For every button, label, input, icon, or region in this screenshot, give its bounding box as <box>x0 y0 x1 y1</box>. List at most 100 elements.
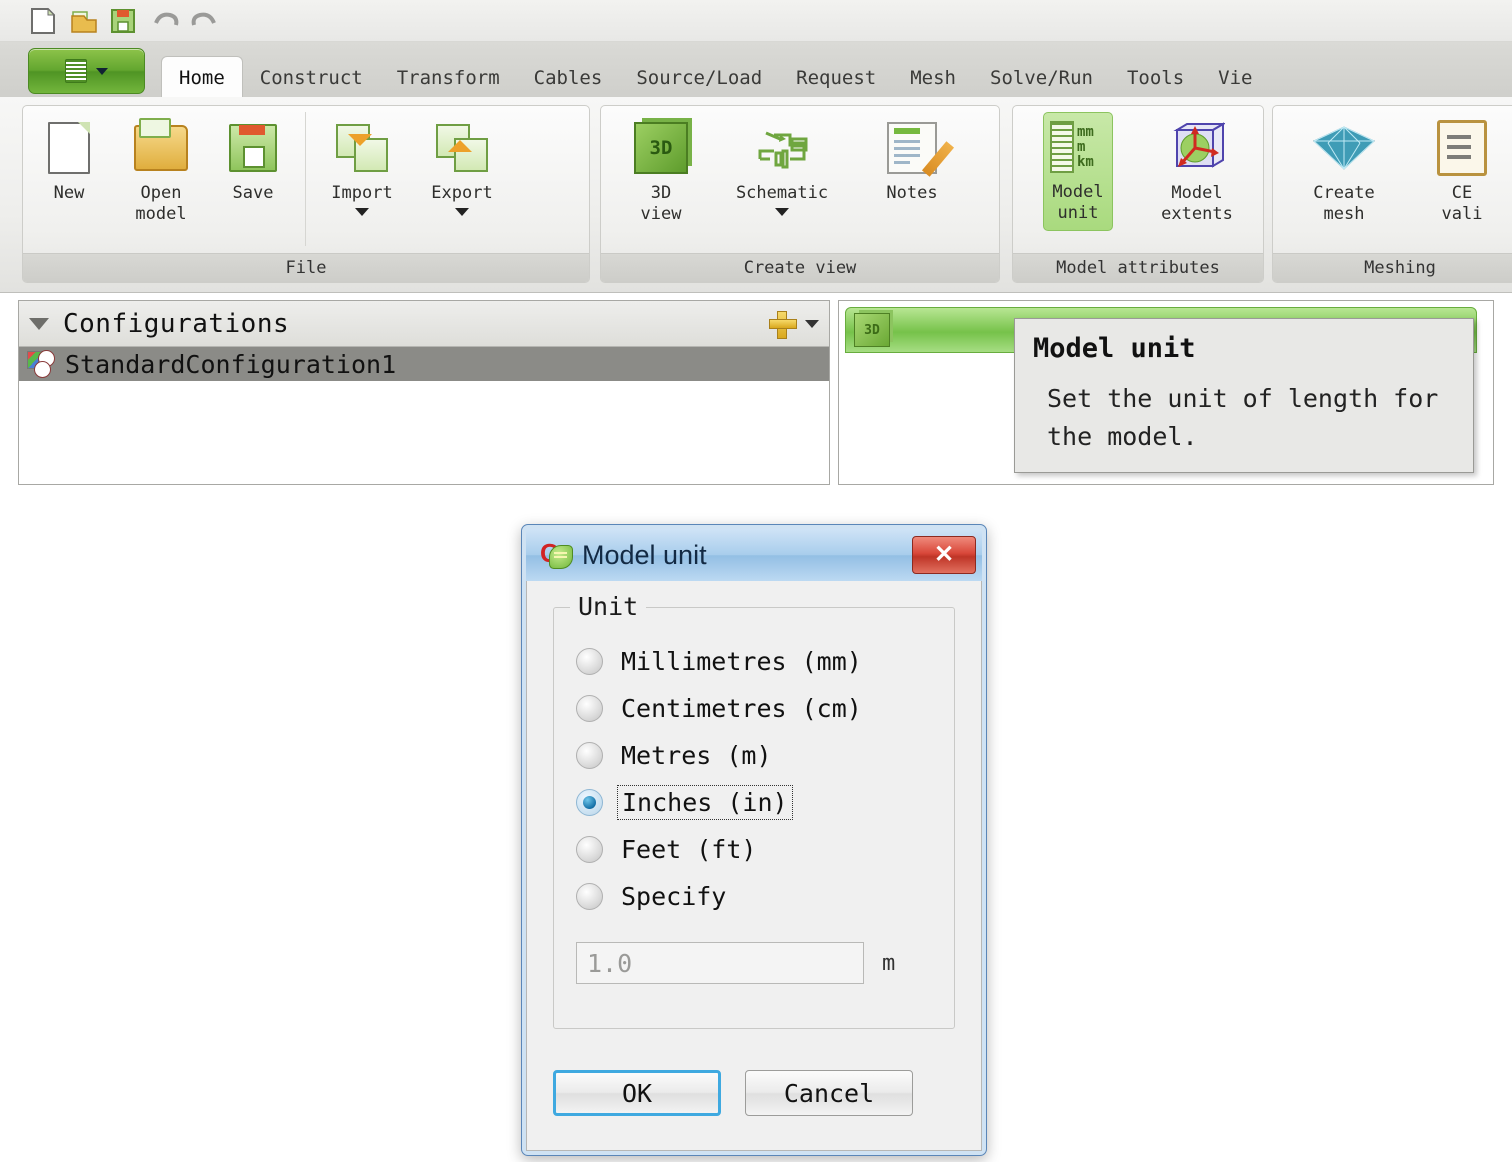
configurations-title: Configurations <box>63 308 290 339</box>
radio-button[interactable] <box>576 648 603 675</box>
tooltip-body: Set the unit of length for the model. <box>1047 384 1439 451</box>
radio-label: Inches (in) <box>617 785 793 820</box>
ribbon-tabs: Home Construct Transform Cables Source/Load R… <box>161 56 1269 99</box>
specify-unit-label: m <box>882 950 896 976</box>
new-document-icon <box>48 118 90 178</box>
notes-icon <box>887 118 955 178</box>
cem-validate-icon <box>1437 118 1487 178</box>
3d-view-button-label-2: view <box>640 204 682 224</box>
chevron-down-icon[interactable] <box>29 317 49 330</box>
new-button-label: New <box>53 183 85 203</box>
radio-option-metres-m[interactable]: Metres (m) <box>576 732 932 779</box>
open-model-button-label-2: model <box>135 204 187 224</box>
ribbon-group-meshing: Create mesh CE vali Meshing <box>1272 105 1512 283</box>
radio-button[interactable] <box>576 836 603 863</box>
open-model-button-label-1: Open <box>140 183 182 203</box>
export-button-label: Export <box>431 183 493 203</box>
plus-icon[interactable] <box>769 310 797 339</box>
radio-option-inches-in[interactable]: Inches (in) <box>576 779 932 826</box>
ribbon-group-model-attributes: mm m km Model unit Model extents Model a… <box>1012 105 1264 283</box>
unit-group-legend: Unit <box>570 592 647 621</box>
radio-button[interactable] <box>576 883 603 910</box>
ruler-unit-km: km <box>1077 153 1094 170</box>
ribbon-group-meshing-label: Meshing <box>1273 253 1512 282</box>
ribbon-tab-request[interactable]: Request <box>779 58 893 98</box>
open-model-button[interactable]: Open model <box>115 112 207 225</box>
radio-option-specify[interactable]: Specify <box>576 873 932 920</box>
radio-label: Metres (m) <box>621 741 772 770</box>
application-menu-icon <box>65 59 87 83</box>
dialog-body: Unit Millimetres (mm) Centimetres (cm) Met… <box>526 581 982 1151</box>
import-button-label: Import <box>331 183 393 203</box>
create-mesh-button[interactable]: Create mesh <box>1285 112 1403 225</box>
open-icon[interactable] <box>70 7 97 35</box>
ribbon-tab-home[interactable]: Home <box>161 56 243 99</box>
save-icon[interactable] <box>110 7 136 35</box>
list-item[interactable]: StandardConfiguration1 <box>19 347 829 381</box>
radio-button[interactable] <box>576 742 603 769</box>
ribbon-tab-source-load[interactable]: Source/Load <box>619 58 779 98</box>
feko-cadfeko-icon: C <box>540 540 573 570</box>
create-mesh-icon <box>1312 118 1376 178</box>
import-button[interactable]: Import <box>312 112 412 216</box>
radio-button[interactable] <box>576 789 603 816</box>
create-mesh-button-label-2: mesh <box>1323 204 1365 224</box>
new-button[interactable]: New <box>23 112 115 204</box>
ribbon-tab-strip: Home Construct Transform Cables Source/Load R… <box>0 42 1512 99</box>
ribbon-tab-cables[interactable]: Cables <box>517 58 620 98</box>
ribbon-tab-construct[interactable]: Construct <box>243 58 380 98</box>
radio-option-millimetres-mm[interactable]: Millimetres (mm) <box>576 638 932 685</box>
ribbon-tab-tools[interactable]: Tools <box>1110 58 1201 98</box>
save-button-label: Save <box>232 183 274 203</box>
ribbon-group-model-attributes-label: Model attributes <box>1013 253 1263 282</box>
notes-button-label: Notes <box>886 183 938 203</box>
ruler-unit-icon: mm m km <box>1050 117 1106 177</box>
radio-option-centimetres-cm[interactable]: Centimetres (cm) <box>576 685 932 732</box>
ruler-unit-mm: mm <box>1077 123 1094 140</box>
save-button[interactable]: Save <box>207 112 299 204</box>
schematic-button-label: Schematic <box>735 183 829 203</box>
model-extents-button[interactable]: Model extents <box>1137 112 1257 225</box>
radio-option-feet-ft[interactable]: Feet (ft) <box>576 826 932 873</box>
ribbon-tab-solve-run[interactable]: Solve/Run <box>973 58 1110 98</box>
model-extents-button-label-2: extents <box>1161 204 1233 224</box>
ribbon-group-create-view-label: Create view <box>601 253 999 282</box>
export-icon <box>436 118 488 178</box>
notes-button[interactable]: Notes <box>857 112 967 204</box>
export-button[interactable]: Export <box>412 112 512 216</box>
model-extents-button-label-1: Model <box>1171 183 1223 203</box>
ribbon-tab-transform[interactable]: Transform <box>380 58 517 98</box>
model-unit-button[interactable]: mm m km Model unit <box>1019 112 1137 231</box>
dialog-title: Model unit <box>582 539 707 570</box>
configurations-header: Configurations <box>19 301 829 347</box>
chevron-down-icon[interactable] <box>775 208 789 216</box>
chevron-down-icon[interactable] <box>355 208 369 216</box>
ribbon: New Open model Save Import Export File 3… <box>0 97 1512 293</box>
schematic-button[interactable]: Schematic <box>707 112 857 216</box>
configuration-name: StandardConfiguration1 <box>65 349 397 379</box>
undo-icon <box>150 7 179 35</box>
radio-label: Specify <box>621 882 727 911</box>
3d-view-button[interactable]: 3D 3D view <box>615 112 707 225</box>
specify-input[interactable]: 1.0 <box>576 942 864 984</box>
3d-view-button-label-1: 3D <box>650 183 672 203</box>
chevron-down-icon[interactable] <box>805 319 819 328</box>
ribbon-tab-vie[interactable]: Vie <box>1201 58 1269 98</box>
application-menu-button[interactable] <box>28 48 145 94</box>
radio-label: Centimetres (cm) <box>621 694 862 723</box>
radio-button[interactable] <box>576 695 603 722</box>
cancel-button[interactable]: Cancel <box>745 1070 913 1116</box>
chevron-down-icon[interactable] <box>455 208 469 216</box>
unit-radio-list: Millimetres (mm) Centimetres (cm) Metres (… <box>576 638 932 920</box>
cem-validate-button[interactable]: CE vali <box>1403 112 1512 225</box>
divider <box>305 112 306 246</box>
tooltip: Model unit Set the unit of length for th… <box>1014 318 1474 473</box>
ribbon-tab-mesh[interactable]: Mesh <box>893 58 973 98</box>
chevron-down-icon <box>96 67 108 75</box>
dialog-title-bar[interactable]: C Model unit ✕ <box>526 529 982 581</box>
ok-button[interactable]: OK <box>553 1070 721 1116</box>
configurations-panel: Configurations StandardConfiguration1 <box>18 300 830 485</box>
close-icon[interactable]: ✕ <box>912 536 976 574</box>
new-icon[interactable] <box>30 7 56 35</box>
ribbon-group-create-view: 3D 3D view Schematic Notes Create view <box>600 105 1000 283</box>
